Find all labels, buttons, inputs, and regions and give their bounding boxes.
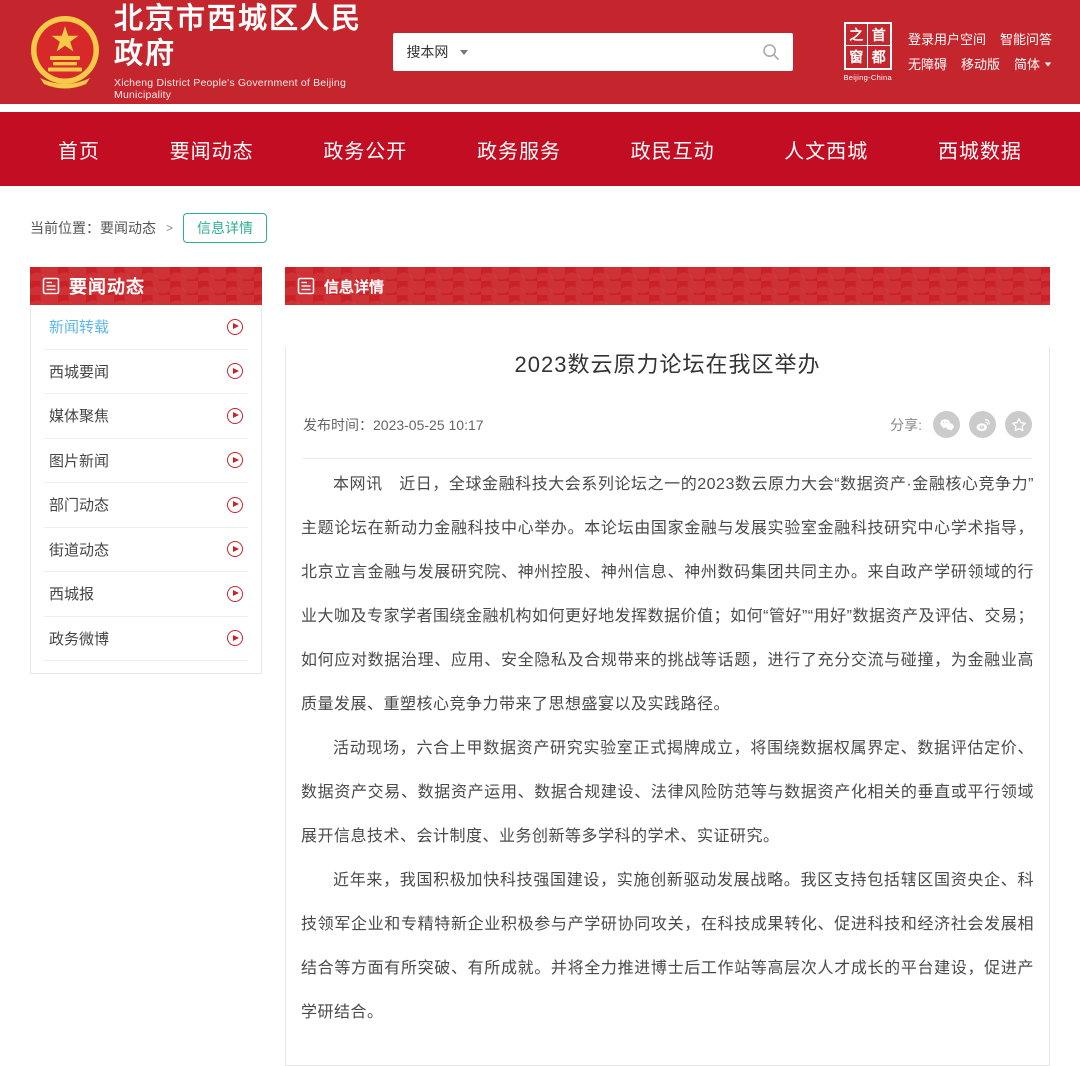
sidebar-item-xicheng-news[interactable]: 西城要闻 bbox=[44, 350, 248, 395]
article-paragraph: 近年来，我国积极加快科技强国建设，实施创新驱动发展战略。我区支持包括辖区国资央企… bbox=[301, 859, 1034, 1035]
breadcrumb-parent-link[interactable]: 要闻动态 bbox=[100, 218, 156, 238]
capital-window-logo[interactable]: 之 首 窗 都 Beijing-China bbox=[843, 22, 892, 82]
sidebar-list: 新闻转载 西城要闻 媒体聚焦 图片新闻 部门动态 街道动态 bbox=[30, 305, 262, 674]
sidebar-item-label: 媒体聚焦 bbox=[49, 405, 109, 426]
nav-item-public-interaction[interactable]: 政民互动 bbox=[631, 135, 715, 164]
stamp-char: 都 bbox=[868, 46, 890, 68]
share-group: 分享: bbox=[890, 411, 1032, 438]
national-emblem-icon bbox=[28, 12, 102, 92]
breadcrumb-prefix: 当前位置： bbox=[30, 218, 100, 238]
article-title: 2023数云原力论坛在我区举办 bbox=[301, 347, 1034, 379]
sidebar-item-label: 新闻转载 bbox=[49, 316, 109, 337]
meta-divider bbox=[303, 458, 1032, 459]
sidebar-item-label: 西城要闻 bbox=[49, 361, 109, 382]
star-icon bbox=[1011, 417, 1027, 433]
sidebar-item-department-news[interactable]: 部门动态 bbox=[44, 483, 248, 528]
stamp-caption: Beijing-China bbox=[843, 73, 892, 82]
site-subtitle: Xicheng District People's Government of … bbox=[114, 77, 381, 102]
article-body: 本网讯 近日，全球金融科技大会系列论坛之一的2023数云原力大会“数据资产·金融… bbox=[301, 463, 1034, 1035]
main-navigation: 首页 要闻动态 政务公开 政务服务 政民互动 人文西城 西城数据 bbox=[0, 112, 1080, 186]
article-panel: 信息详情 2023数云原力论坛在我区举办 发布时间：2023-05-25 10:… bbox=[285, 267, 1050, 1066]
sidebar: 要闻动态 新闻转载 西城要闻 媒体聚焦 图片新闻 部门动态 bbox=[30, 267, 262, 674]
capital-window-stamp: 之 首 窗 都 bbox=[844, 22, 892, 70]
sidebar-item-label: 街道动态 bbox=[49, 539, 109, 560]
header-nav-divider bbox=[0, 104, 1080, 112]
site-title: 北京市西城区人民政府 bbox=[114, 2, 381, 72]
header-links: 登录用户空间 智能问答 无障碍 移动版 简体 bbox=[908, 27, 1052, 77]
stamp-char: 首 bbox=[868, 24, 890, 46]
search-scope-label: 搜本网 bbox=[406, 42, 448, 62]
sidebar-item-media-focus[interactable]: 媒体聚焦 bbox=[44, 394, 248, 439]
publish-time-value: 2023-05-25 10:17 bbox=[373, 417, 484, 433]
article-paragraph: 活动现场，六合上甲数据资产研究实验室正式揭牌成立，将围绕数据权属界定、数据评估定… bbox=[301, 727, 1034, 859]
publish-time: 发布时间：2023-05-25 10:17 bbox=[303, 415, 484, 435]
chevron-down-icon bbox=[1045, 63, 1051, 67]
wechat-icon bbox=[939, 417, 955, 433]
share-favorite-button[interactable] bbox=[1005, 411, 1032, 438]
article-panel-title: 信息详情 bbox=[324, 276, 384, 297]
arrow-circle-icon bbox=[227, 497, 243, 513]
sidebar-item-gov-weibo[interactable]: 政务微博 bbox=[44, 617, 248, 662]
sidebar-item-label: 部门动态 bbox=[49, 494, 109, 515]
sidebar-item-label: 图片新闻 bbox=[49, 450, 109, 471]
nav-item-gov-affairs-open[interactable]: 政务公开 bbox=[323, 135, 407, 164]
arrow-circle-icon bbox=[227, 319, 243, 335]
share-label: 分享: bbox=[890, 415, 922, 435]
simplified-chinese-link[interactable]: 简体 bbox=[1014, 52, 1040, 77]
breadcrumb-current-tag[interactable]: 信息详情 bbox=[183, 213, 267, 243]
site-header: 北京市西城区人民政府 Xicheng District People's Gov… bbox=[0, 0, 1080, 104]
smart-qa-link[interactable]: 智能问答 bbox=[1000, 27, 1052, 52]
sidebar-title: 要闻动态 bbox=[69, 273, 145, 299]
arrow-circle-icon bbox=[227, 363, 243, 379]
share-wechat-button[interactable] bbox=[933, 411, 960, 438]
nav-item-news[interactable]: 要闻动态 bbox=[170, 135, 254, 164]
search-scope-dropdown[interactable]: 搜本网 bbox=[406, 42, 468, 62]
stamp-char: 窗 bbox=[846, 46, 868, 68]
login-user-space-link[interactable]: 登录用户空间 bbox=[908, 27, 986, 52]
arrow-circle-icon bbox=[227, 586, 243, 602]
info-detail-icon bbox=[297, 277, 315, 295]
nav-item-gov-services[interactable]: 政务服务 bbox=[477, 135, 561, 164]
arrow-circle-icon bbox=[227, 452, 243, 468]
arrow-circle-icon bbox=[227, 408, 243, 424]
chevron-down-icon bbox=[460, 50, 468, 55]
search-input[interactable] bbox=[478, 44, 752, 60]
article-meta-row: 发布时间：2023-05-25 10:17 分享: bbox=[301, 411, 1034, 438]
nav-item-culture-xicheng[interactable]: 人文西城 bbox=[784, 135, 868, 164]
nav-item-xicheng-data[interactable]: 西城数据 bbox=[938, 135, 1022, 164]
breadcrumb-separator: > bbox=[166, 221, 173, 235]
sidebar-item-label: 西城报 bbox=[49, 583, 94, 604]
search-box: 搜本网 bbox=[393, 33, 793, 71]
arrow-circle-icon bbox=[227, 541, 243, 557]
content-area: 要闻动态 新闻转载 西城要闻 媒体聚焦 图片新闻 部门动态 bbox=[0, 267, 1080, 1066]
nav-item-home[interactable]: 首页 bbox=[58, 135, 100, 164]
weibo-icon bbox=[975, 417, 991, 433]
site-logo[interactable]: 北京市西城区人民政府 Xicheng District People's Gov… bbox=[28, 2, 381, 102]
search-icon[interactable] bbox=[762, 43, 780, 61]
sidebar-item-label: 政务微博 bbox=[49, 628, 109, 649]
article-paragraph: 本网讯 近日，全球金融科技大会系列论坛之一的2023数云原力大会“数据资产·金融… bbox=[301, 463, 1034, 727]
publish-time-label: 发布时间： bbox=[303, 417, 373, 433]
stamp-char: 之 bbox=[846, 24, 868, 46]
sidebar-item-news-reprint[interactable]: 新闻转载 bbox=[44, 305, 248, 350]
sidebar-item-xicheng-daily[interactable]: 西城报 bbox=[44, 572, 248, 617]
article-panel-header: 信息详情 bbox=[285, 267, 1050, 305]
sidebar-item-photo-news[interactable]: 图片新闻 bbox=[44, 439, 248, 484]
mobile-version-link[interactable]: 移动版 bbox=[961, 52, 1000, 77]
article-body-panel: 2023数云原力论坛在我区举办 发布时间：2023-05-25 10:17 分享… bbox=[285, 347, 1050, 1066]
arrow-circle-icon bbox=[227, 630, 243, 646]
breadcrumb: 当前位置： 要闻动态 > 信息详情 bbox=[30, 213, 1050, 243]
sidebar-item-street-news[interactable]: 街道动态 bbox=[44, 528, 248, 573]
news-list-icon bbox=[42, 277, 60, 295]
sidebar-header: 要闻动态 bbox=[30, 267, 262, 305]
accessibility-link[interactable]: 无障碍 bbox=[908, 52, 947, 77]
share-weibo-button[interactable] bbox=[969, 411, 996, 438]
